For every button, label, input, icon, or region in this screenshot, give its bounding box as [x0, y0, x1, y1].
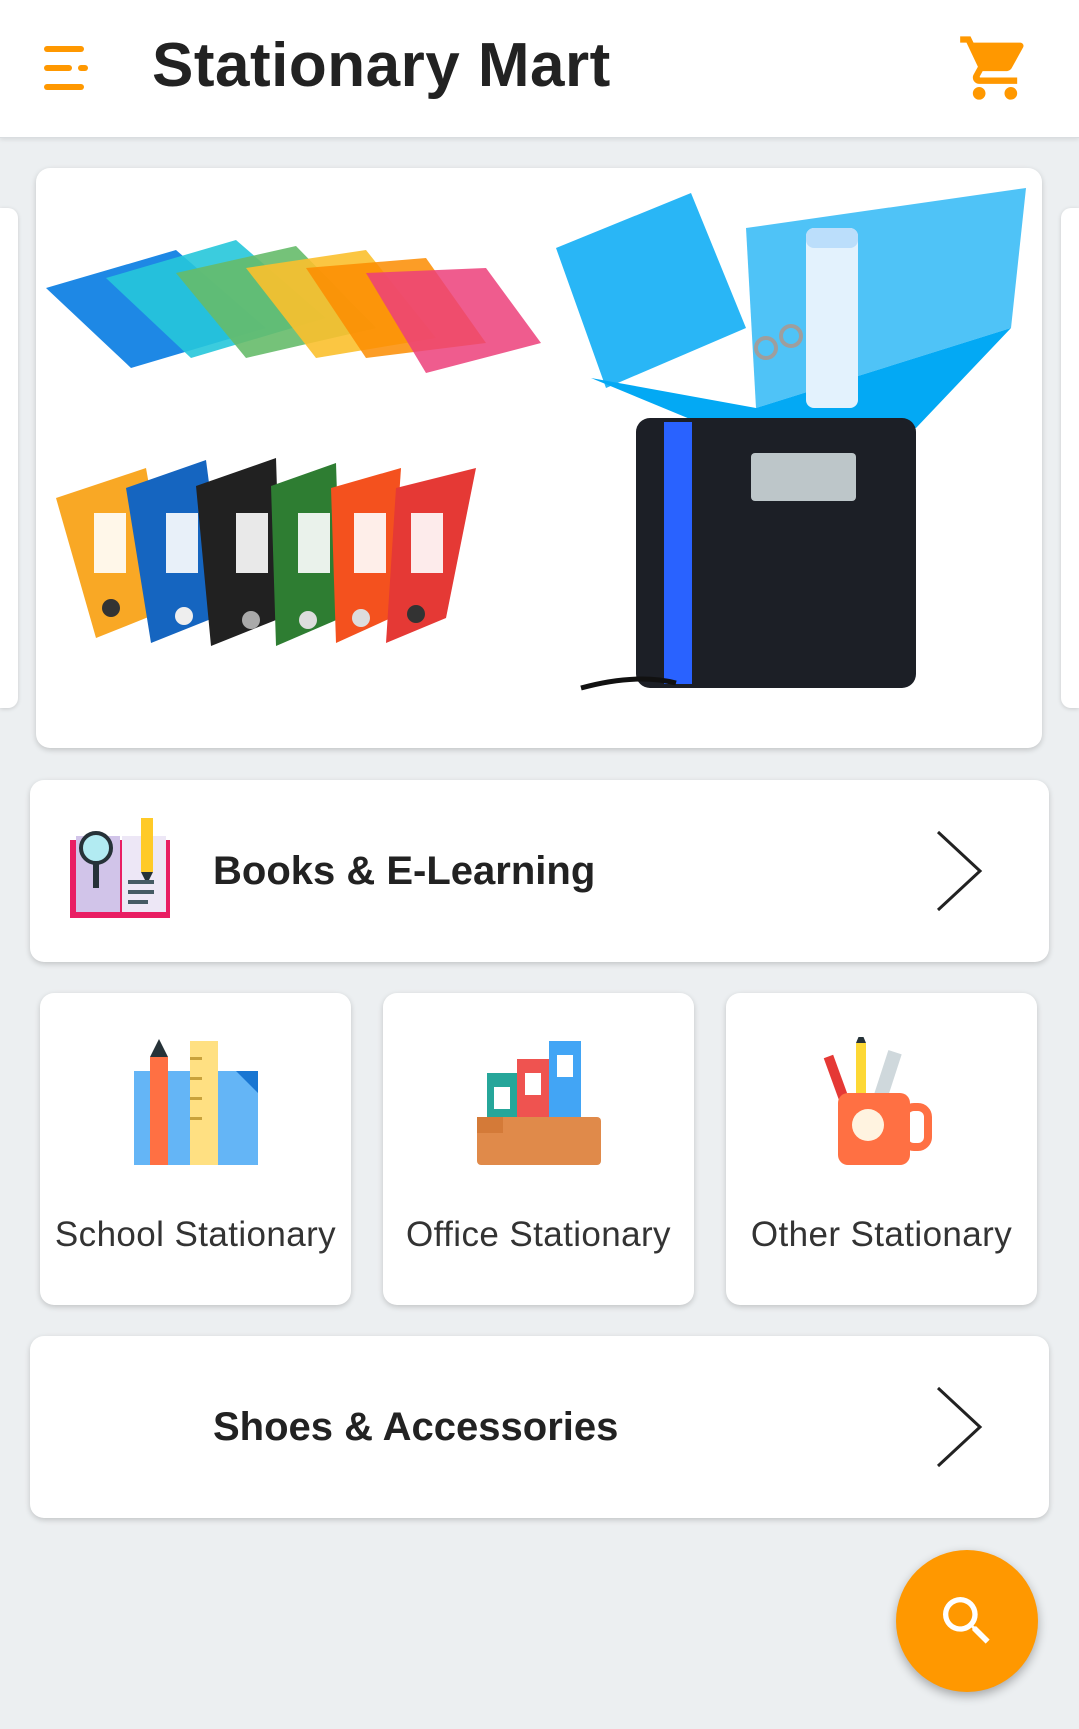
previous-banner-peek[interactable] [0, 208, 18, 708]
chevron-right-icon [936, 1386, 983, 1468]
shoes-accessories-card[interactable]: Shoes & Accessories [30, 1336, 1049, 1518]
chevron-right-icon [936, 830, 983, 912]
office-stationary-tile[interactable]: Office Stationary [383, 993, 694, 1305]
school-supplies-icon [134, 1039, 258, 1165]
banner-carousel[interactable] [0, 168, 1079, 750]
other-stationary-label: Other Stationary [750, 1215, 1013, 1254]
app-title: Stationary Mart [152, 31, 611, 100]
other-stationary-tile[interactable]: Other Stationary [726, 993, 1037, 1305]
books-e-learning-label: Books & E-Learning [213, 849, 596, 893]
banner-image[interactable] [36, 168, 1042, 748]
cart-button[interactable] [955, 30, 1035, 106]
office-files-icon [477, 1041, 601, 1165]
app-bar: Stationary Mart [0, 0, 1079, 138]
book-search-icon [70, 818, 170, 918]
shoes-accessories-label: Shoes & Accessories [213, 1405, 619, 1449]
shopping-cart-icon [960, 36, 1024, 100]
books-e-learning-card[interactable]: Books & E-Learning [30, 780, 1049, 962]
menu-icon [44, 46, 88, 90]
office-stationary-label: Office Stationary [406, 1215, 671, 1254]
pen-cup-icon [823, 1037, 932, 1165]
search-fab[interactable] [896, 1550, 1038, 1692]
school-stationary-label: School Stationary [54, 1215, 337, 1254]
menu-button[interactable] [40, 40, 100, 96]
school-stationary-tile[interactable]: School Stationary [40, 993, 351, 1305]
files-and-folders-image [46, 188, 1026, 691]
next-banner-peek[interactable] [1061, 208, 1079, 708]
search-icon [943, 1597, 990, 1644]
